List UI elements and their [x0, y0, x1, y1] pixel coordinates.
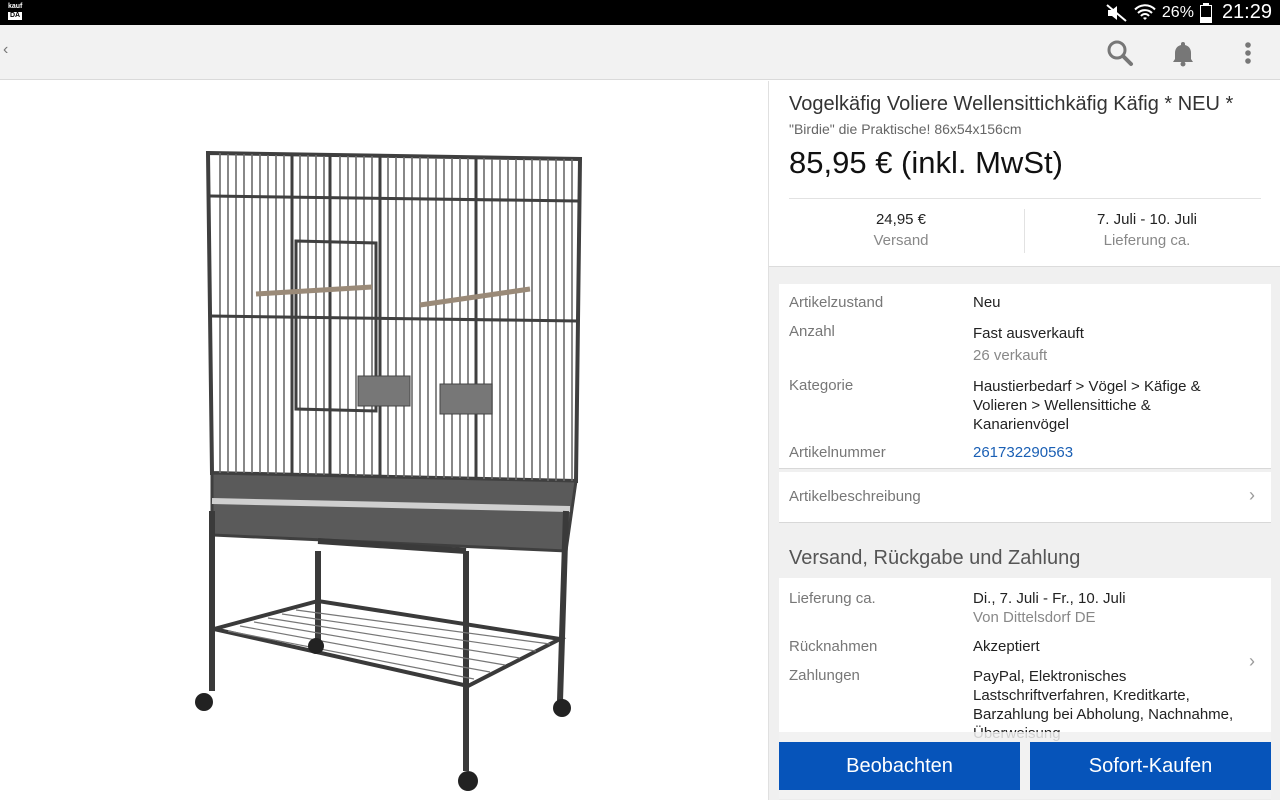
condition-label: Artikelzustand	[789, 294, 884, 311]
wifi-icon	[1134, 3, 1156, 20]
category-line: Volieren > Wellensittiche &	[973, 397, 1151, 414]
shipping-section-title: Versand, Rückgabe und Zahlung	[789, 547, 1081, 569]
listing-title: Vogelkäfig Voliere Wellensittichkäfig Kä…	[789, 93, 1234, 115]
category-value: Haustierbedarf > Vögel > Käfige & Volier…	[973, 377, 1201, 434]
product-image-pane	[0, 81, 768, 800]
payments-label: Zahlungen	[789, 667, 860, 684]
delivery-from: Von Dittelsdorf DE	[973, 609, 1096, 626]
details-pane: Vogelkäfig Voliere Wellensittichkäfig Kä…	[768, 81, 1280, 800]
description-label: Artikelbeschreibung	[789, 488, 921, 505]
watch-button[interactable]: Beobachten	[779, 742, 1020, 790]
quantity-value: Fast ausverkauft	[973, 325, 1084, 342]
item-details-card: Artikelzustand Neu Anzahl Fast ausverkau…	[779, 284, 1271, 469]
clock: 21:29	[1221, 1, 1272, 23]
battery-icon	[1199, 2, 1212, 23]
kaufda-logo: kauf DA	[8, 3, 32, 22]
category-label: Kategorie	[789, 377, 854, 394]
logo-text-bottom: DA	[8, 12, 23, 20]
buy-now-button[interactable]: Sofort-Kaufen	[1030, 742, 1271, 790]
category-line: Haustierbedarf > Vögel > Käfige &	[973, 378, 1201, 395]
returns-label: Rücknahmen	[789, 638, 878, 655]
battery-percent: 26%	[1161, 3, 1194, 21]
mute-icon	[1106, 3, 1127, 22]
chevron-right-icon: ›	[1249, 651, 1255, 671]
bell-icon[interactable]	[1169, 39, 1197, 67]
shipping-cost-value: 24,95 €	[875, 211, 927, 228]
payments-line: Barzahlung bei Abholung, Nachnahme,	[973, 706, 1234, 723]
delivery-estimate: 7. Juli - 10. Juli Lieferung ca.	[1027, 211, 1267, 249]
back-button[interactable]: ‹	[3, 41, 8, 59]
listing-price: 85,95 € (inkl. MwSt)	[789, 145, 1063, 180]
delivery-estimate-label: Lieferung ca.	[1103, 232, 1191, 249]
delivery-estimate-value: 7. Juli - 10. Juli	[1096, 211, 1198, 228]
shipping-cost: 24,95 € Versand	[781, 211, 1021, 249]
delivery-value: Di., 7. Juli - Fr., 10. Juli	[973, 590, 1126, 607]
payments-line: PayPal, Elektronisches	[973, 668, 1127, 685]
delivery-label: Lieferung ca.	[789, 590, 876, 607]
quantity-sold: 26 verkauft	[973, 347, 1048, 364]
listing-subtitle: "Birdie" die Praktische! 86x54x156cm	[789, 121, 1022, 137]
category-line: Kanarienvögel	[973, 416, 1069, 433]
condition-value: Neu	[973, 294, 1001, 311]
status-icons: 26% 21:29	[1106, 0, 1272, 25]
divider	[789, 198, 1261, 199]
logo-text-top: kauf	[8, 3, 23, 10]
payments-line: Lastschriftverfahren, Kreditkarte,	[973, 687, 1190, 704]
search-icon[interactable]	[1106, 39, 1134, 67]
status-bar: kauf DA 26% 21:29	[0, 0, 1280, 25]
divider	[1024, 209, 1025, 253]
description-row[interactable]: Artikelbeschreibung ›	[779, 472, 1271, 523]
shipping-cost-label: Versand	[873, 232, 929, 249]
listing-header: Vogelkäfig Voliere Wellensittichkäfig Kä…	[769, 81, 1280, 267]
overflow-menu-icon[interactable]	[1234, 39, 1262, 67]
returns-value: Akzeptiert	[973, 638, 1040, 655]
app-bar: ‹	[0, 25, 1280, 80]
item-number-label: Artikelnummer	[789, 444, 886, 461]
product-image[interactable]	[0, 81, 768, 800]
chevron-right-icon: ›	[1249, 485, 1255, 505]
item-number-value[interactable]: 261732290563	[973, 444, 1073, 461]
quantity-label: Anzahl	[789, 323, 835, 340]
